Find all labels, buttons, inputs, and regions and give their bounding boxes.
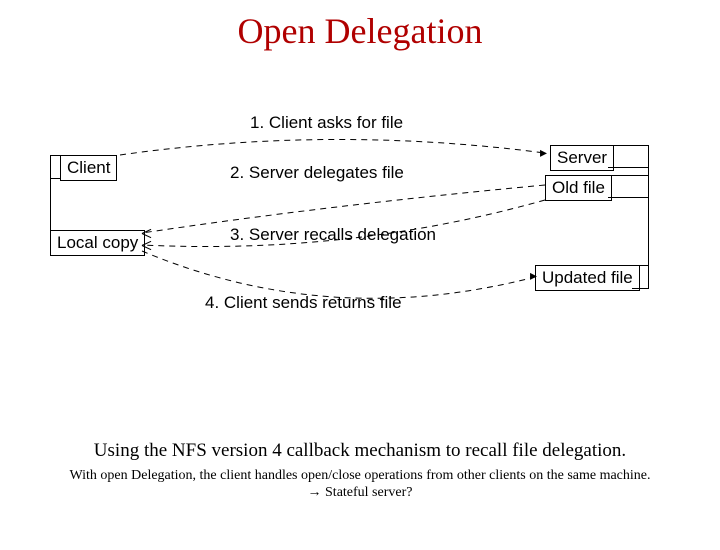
updated-file-box: Updated file <box>535 265 640 291</box>
step-4-label: 4. Client sends returns file <box>205 293 402 313</box>
step-1-label: 1. Client asks for file <box>250 113 403 133</box>
server-box: Server <box>550 145 614 171</box>
caption-text: Using the NFS version 4 callback mechani… <box>0 440 720 462</box>
step-3-label: 3. Server recalls delegation <box>230 225 436 245</box>
step-2-label: 2. Server delegates file <box>230 163 404 183</box>
old-file-box: Old file <box>545 175 612 201</box>
page-title: Open Delegation <box>0 10 720 52</box>
client-box: Client <box>60 155 117 181</box>
subcaption-line1: With open Delegation, the client handles… <box>0 468 720 484</box>
local-copy-box: Local copy <box>50 230 145 256</box>
arrowhead-step1: ▸ <box>540 145 547 159</box>
subcaption-line2: → Stateful server? <box>0 485 720 501</box>
delegation-diagram: Client Local copy Server Old file Update… <box>50 105 680 365</box>
arrowhead-step4: ▸ <box>530 268 537 282</box>
